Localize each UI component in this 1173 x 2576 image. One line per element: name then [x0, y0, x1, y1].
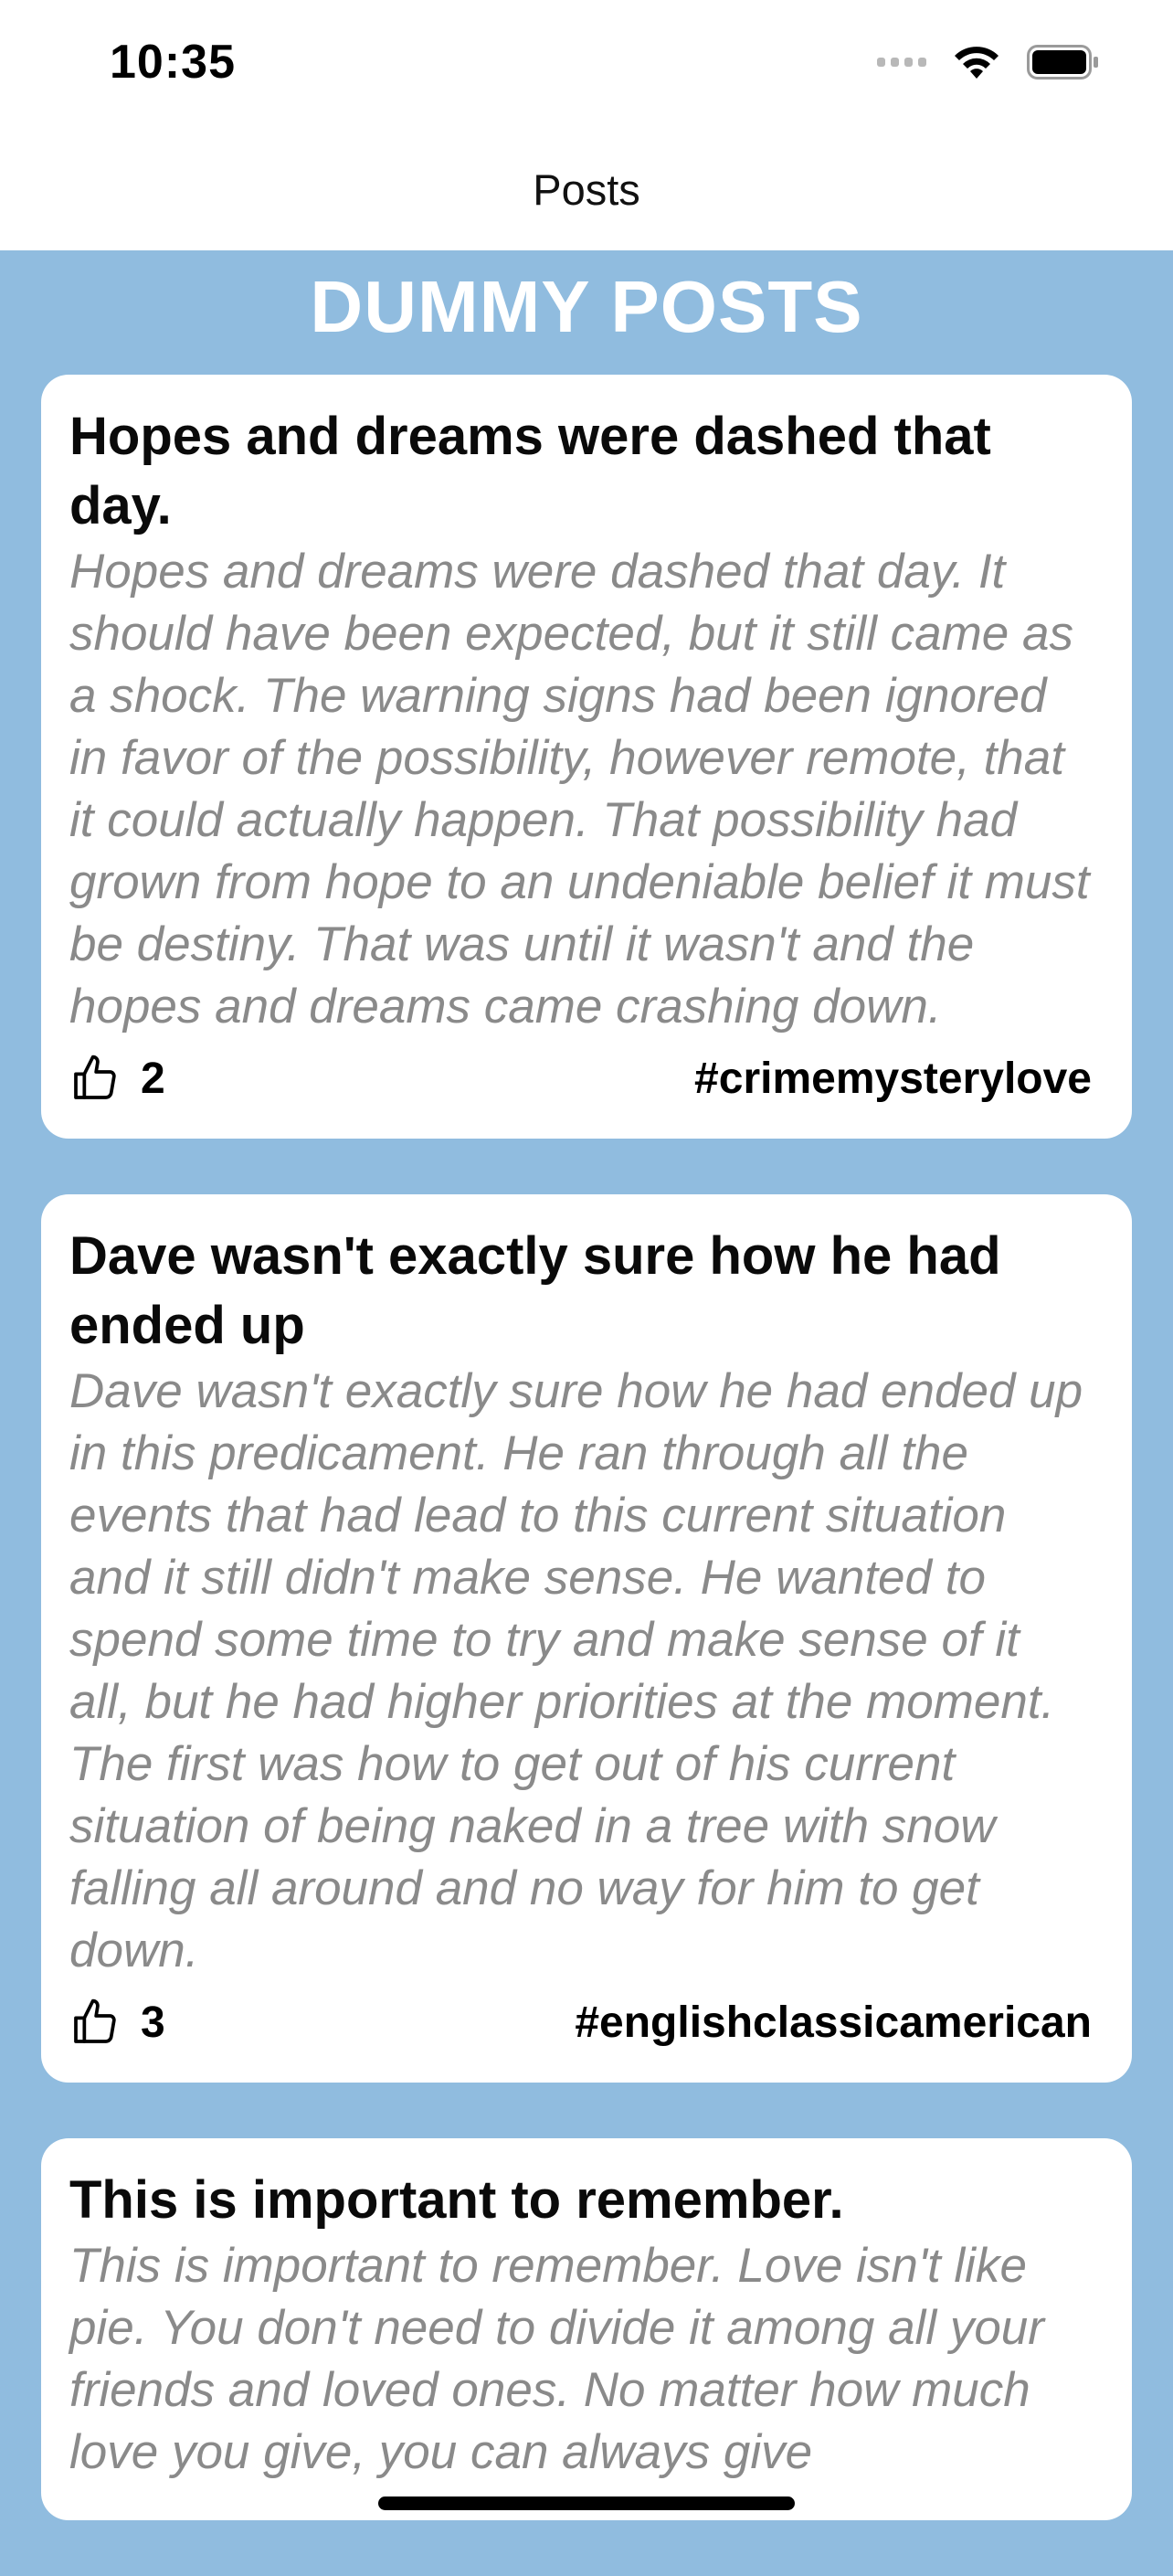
post-body: Hopes and dreams were dashed that day. I…: [69, 545, 1090, 1034]
post-footer: 3 #englishclassicamerican: [69, 1995, 1092, 2050]
like-count: 2: [141, 1054, 165, 1103]
post-card[interactable]: Dave wasn't exactly sure how he had ende…: [41, 1194, 1132, 2083]
status-time: 10:35: [110, 36, 236, 89]
top-bar: 10:35 Posts: [0, 0, 1173, 250]
home-indicator[interactable]: [378, 2496, 795, 2510]
cellular-signal-icon: [877, 58, 926, 67]
post-title: Hopes and dreams were dashed that day.: [69, 407, 991, 535]
page-heading: DUMMY POSTS: [310, 266, 863, 347]
thumbs-up-icon[interactable]: [69, 1053, 121, 1104]
post-title: This is important to remember.: [69, 2170, 844, 2230]
nav-title: Posts: [533, 165, 640, 214]
status-indicators: [877, 44, 1100, 80]
wifi-icon: [955, 47, 999, 79]
posts-feed[interactable]: Hopes and dreams were dashed that day. H…: [41, 375, 1132, 2576]
post-tags: #englishclassicamerican: [575, 1998, 1092, 2047]
post-body: Dave wasn't exactly sure how he had ende…: [69, 1364, 1083, 1977]
post-body: This is important to remember. Love isn'…: [69, 2239, 1044, 2479]
like-control[interactable]: 2: [69, 1053, 165, 1104]
post-title: Dave wasn't exactly sure how he had ende…: [69, 1226, 1001, 1355]
thumbs-up-icon[interactable]: [69, 1997, 121, 2048]
post-card[interactable]: This is important to remember. This is i…: [41, 2138, 1132, 2520]
post-card[interactable]: Hopes and dreams were dashed that day. H…: [41, 375, 1132, 1139]
like-control[interactable]: 3: [69, 1997, 165, 2048]
post-footer: 2 #crimemysterylove: [69, 1051, 1092, 1106]
post-tags: #crimemysterylove: [694, 1054, 1092, 1103]
like-count: 3: [141, 1998, 165, 2047]
battery-icon: [1027, 45, 1098, 80]
